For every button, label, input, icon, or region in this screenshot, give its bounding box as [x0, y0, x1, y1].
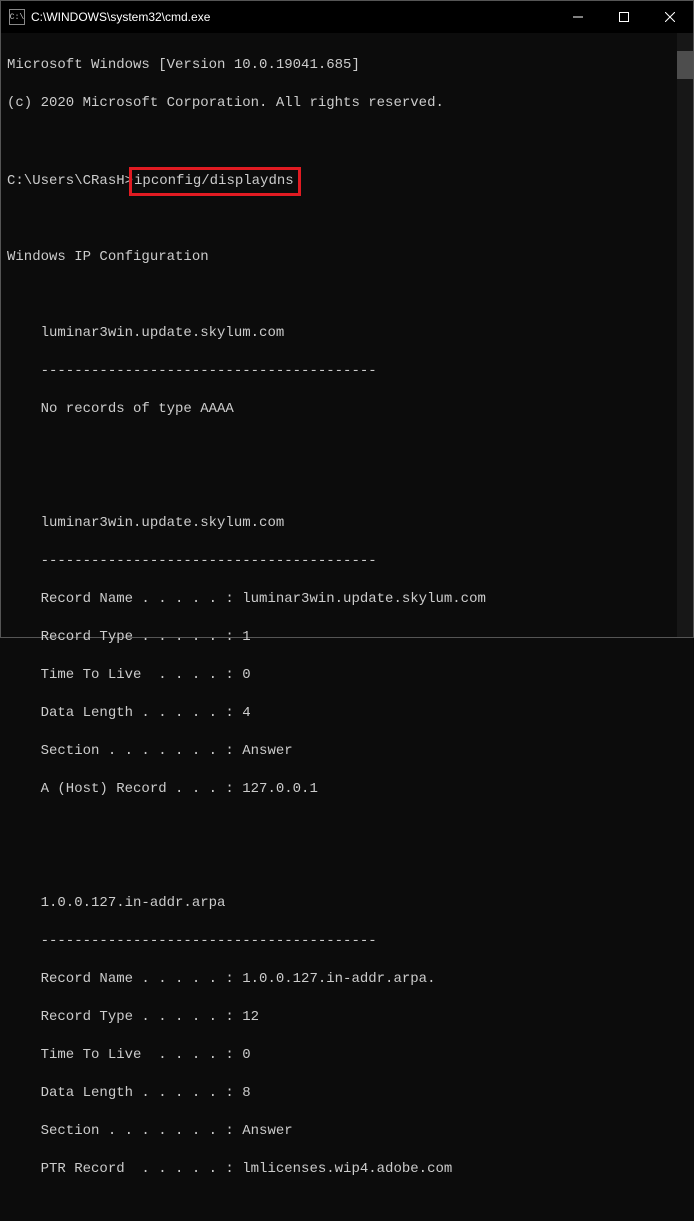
output-line: [7, 132, 687, 151]
prompt-line: C:\Users\CRasH>ipconfig/displaydns: [7, 170, 687, 191]
command-text: ipconfig/displaydns: [134, 173, 294, 189]
output-line: [7, 476, 687, 495]
dns-entry-message: No records of type AAAA: [7, 400, 687, 419]
window-controls: [555, 1, 693, 33]
dns-entry-host: 1.0.0.127.in-addr.arpa: [7, 894, 687, 913]
dns-record-field: A (Host) Record . . . : 127.0.0.1: [7, 780, 687, 799]
dns-record-field: Record Name . . . . . : 1.0.0.127.in-add…: [7, 970, 687, 989]
dns-record-field: PTR Record . . . . . : lmlicenses.wip4.a…: [7, 1160, 687, 1179]
output-line: [7, 818, 687, 837]
output-line: [7, 210, 687, 229]
output-line: [7, 438, 687, 457]
dns-record-field: Section . . . . . . . : Answer: [7, 742, 687, 761]
dns-entry-divider: ----------------------------------------: [7, 552, 687, 571]
close-button[interactable]: [647, 1, 693, 33]
titlebar[interactable]: C:\ C:\WINDOWS\system32\cmd.exe: [1, 1, 693, 33]
dns-record-field: Time To Live . . . . : 0: [7, 666, 687, 685]
scrollbar[interactable]: [677, 33, 693, 637]
minimize-button[interactable]: [555, 1, 601, 33]
output-line: [7, 856, 687, 875]
output-heading: Windows IP Configuration: [7, 248, 687, 267]
cmd-icon: C:\: [9, 9, 25, 25]
dns-entry-host: luminar3win.update.skylum.com: [7, 324, 687, 343]
dns-record-field: Data Length . . . . . : 8: [7, 1084, 687, 1103]
dns-record-field: Time To Live . . . . : 0: [7, 1046, 687, 1065]
terminal-output[interactable]: Microsoft Windows [Version 10.0.19041.68…: [1, 33, 693, 1221]
dns-record-field: Data Length . . . . . : 4: [7, 704, 687, 723]
scrollbar-thumb[interactable]: [677, 51, 693, 79]
dns-record-field: Section . . . . . . . : Answer: [7, 1122, 687, 1141]
prompt-prefix: C:\Users\CRasH>: [7, 173, 133, 189]
dns-entry-divider: ----------------------------------------: [7, 362, 687, 381]
dns-entry-host: luminar3win.update.skylum.com: [7, 514, 687, 533]
window-title: C:\WINDOWS\system32\cmd.exe: [31, 10, 210, 24]
output-line: Microsoft Windows [Version 10.0.19041.68…: [7, 56, 687, 75]
dns-record-field: Record Type . . . . . : 12: [7, 1008, 687, 1027]
dns-entry-divider: ----------------------------------------: [7, 932, 687, 951]
maximize-button[interactable]: [601, 1, 647, 33]
dns-record-field: Record Name . . . . . : luminar3win.upda…: [7, 590, 687, 609]
output-line: [7, 286, 687, 305]
command-highlight: ipconfig/displaydns: [129, 167, 301, 196]
output-line: (c) 2020 Microsoft Corporation. All righ…: [7, 94, 687, 113]
